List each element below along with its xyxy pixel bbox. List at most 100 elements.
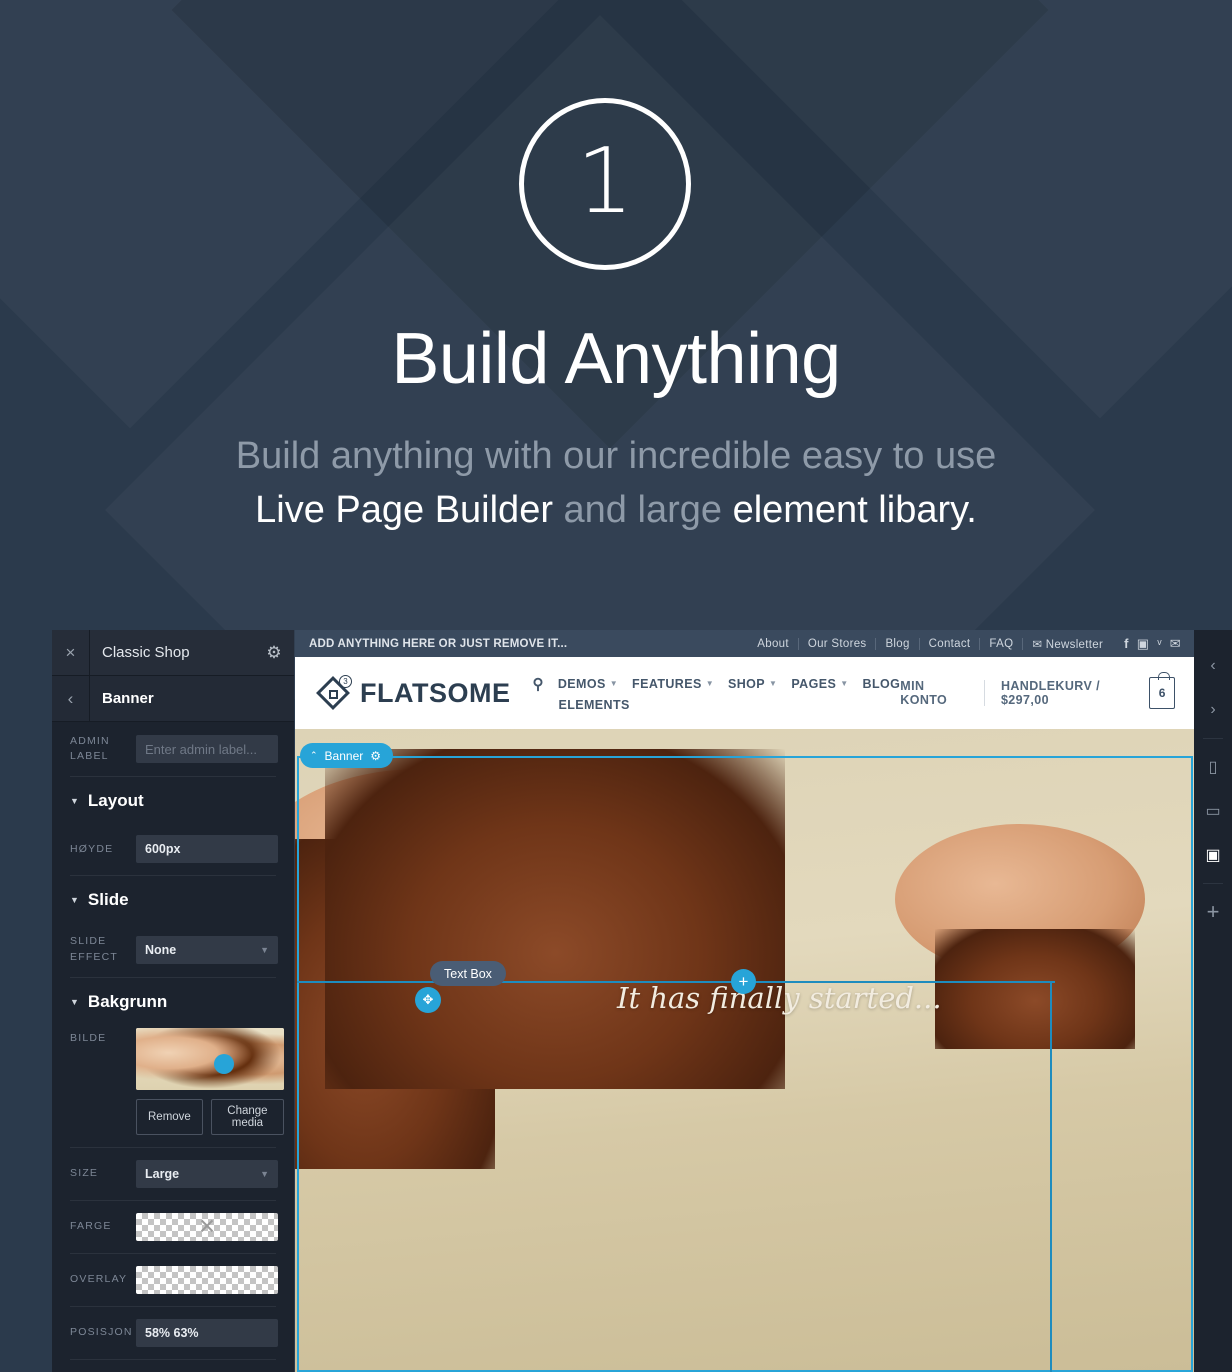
page-builder-window: × Classic Shop ⚙ ‹ Banner ADMIN LABEL En… [52,630,1232,1372]
gear-icon[interactable]: ⚙ [370,749,381,763]
chevron-left-icon[interactable]: ‹ [1194,644,1232,688]
cart-icon[interactable]: 6 [1149,672,1176,709]
nav-label: DEMOS [557,676,606,691]
overlay-color-swatch[interactable] [136,1265,278,1294]
banner-element[interactable]: ⌃ Banner ⚙ It has finally started... + T… [295,729,1195,1372]
nav-item-demos[interactable]: DEMOS ▼ [558,677,618,691]
slide-effect-select[interactable]: None ▼ [136,935,278,964]
hero-subtitle-mid: and large [552,488,733,531]
panel-header: × Classic Shop ⚙ [52,630,294,676]
farge-color-swatch[interactable]: ✕ [136,1212,278,1241]
section-title: Bakgrunn [87,991,168,1011]
media-buttons: Remove Change media [136,1098,284,1135]
field-farge: FARGE ✕ [52,1201,294,1253]
site-logo[interactable]: 3 FLATSOME [315,675,510,711]
top-link-blog[interactable]: Blog [876,637,920,650]
textbox-label[interactable]: Text Box [430,961,506,986]
hero-subtitle-highlight-1: Live Page Builder [255,488,553,531]
chevron-up-icon[interactable]: ⌃ [310,750,318,761]
logo-text: FLATSOME [360,677,511,708]
cart-link[interactable]: HANDLEKURV / $297,00 [1001,679,1138,707]
nav-item-blog[interactable]: BLOG [863,677,901,691]
search-icon[interactable]: ⚲ [532,675,543,693]
chevron-right-icon[interactable]: › [1194,688,1232,732]
envelope-icon: ✉ [1032,638,1043,651]
remove-media-button[interactable]: Remove [136,1098,203,1135]
twitter-icon[interactable]: ᵛ [1157,636,1161,652]
select-value: Large [145,1166,180,1181]
field-label: FARGE [70,1220,112,1233]
top-link-our-stores[interactable]: Our Stores [799,637,877,650]
section-header-slide[interactable]: ▼ Slide [52,876,294,922]
top-link-about[interactable]: About [748,637,799,650]
divider [70,1358,276,1360]
instagram-icon[interactable]: ▣ [1137,636,1150,652]
top-link-newsletter[interactable]: ✉ Newsletter [1023,637,1112,651]
nav-item-elements[interactable]: ELEMENTS [558,698,900,712]
admin-label-input[interactable]: Enter admin label... [136,735,278,764]
nav-label: FEATURES [632,676,702,691]
divider [1203,883,1223,884]
chevron-down-icon: ▼ [260,1168,269,1179]
nav-item-features[interactable]: FEATURES ▼ [632,677,714,691]
field-size: SIZE Large ▼ [52,1148,294,1200]
desktop-icon[interactable]: ▣ [1194,833,1232,877]
add-element-button[interactable]: + [731,969,756,994]
section-header-bakgrunn[interactable]: ▼ Bakgrunn [52,978,294,1024]
field-label: OVERLAY [70,1273,128,1286]
hero-subtitle: Build anything with our incredible easy … [0,430,1232,538]
banner-photo-hair [935,929,1135,1049]
field-label: ADMIN LABEL [70,735,110,763]
gear-icon[interactable]: ⚙ [254,643,294,663]
hoyde-input[interactable]: 600px [136,835,278,864]
field-label: BILDE [70,1031,107,1044]
nav-item-shop[interactable]: SHOP ▼ [728,677,777,691]
hero-subtitle-line2: Live Page Builder and large element liba… [0,484,1232,538]
textbox-selection-line [297,981,1055,983]
image-marker-dot [214,1053,234,1074]
section-title: Layout [87,791,144,811]
banner-script-text: It has finally started... [617,981,942,1015]
chevron-down-icon: ▼ [769,679,778,688]
close-icon[interactable]: × [52,630,90,676]
back-chevron-icon[interactable]: ‹ [52,675,90,722]
change-media-button[interactable]: Change media [210,1098,284,1135]
section-header-layout[interactable]: ▼ Layout [52,777,294,823]
chevron-down-icon: ▼ [70,895,79,906]
plus-icon[interactable]: + [1194,890,1232,934]
top-link-faq[interactable]: FAQ [980,637,1024,650]
tablet-icon[interactable]: ▭ [1194,789,1232,833]
step-number-badge: 1 [519,98,691,270]
preview-top-bar: ADD ANYTHING HERE OR JUST REMOVE IT... A… [295,630,1195,657]
top-link-contact[interactable]: Contact [920,637,981,650]
step-number: 1 [576,129,634,234]
cart-count: 6 [1158,686,1166,700]
mobile-icon[interactable]: ▯ [1194,745,1232,789]
field-label: SLIDE EFFECT [70,935,119,963]
preview-main-nav: 3 FLATSOME ⚲ DEMOS ▼ FEATURES ▼ SHOP ▼ PAGE… [295,657,1195,729]
site-preview: ADD ANYTHING HERE OR JUST REMOVE IT... A… [295,630,1195,1372]
social-icons: f ▣ ᵛ ✉ [1112,636,1181,652]
promo-text: ADD ANYTHING HERE OR JUST REMOVE IT... [309,637,568,650]
move-handle-icon[interactable]: ✥ [415,987,441,1013]
field-label: SIZE [70,1167,99,1180]
posisjon-input[interactable]: 58% 63% [136,1318,278,1347]
field-admin-label: ADMIN LABEL Enter admin label... [52,722,294,776]
facebook-icon[interactable]: f [1124,636,1129,652]
nav-label: SHOP [728,676,766,691]
size-select[interactable]: Large ▼ [136,1159,278,1188]
flatsome-logo-icon: 3 [315,675,352,711]
nav-label: PAGES [791,676,837,691]
chevron-down-icon: ▼ [609,679,619,688]
chevron-down-icon: ▼ [260,944,269,955]
panel-subtitle: Banner [102,690,154,707]
field-label: HØYDE [70,842,114,855]
account-link[interactable]: MIN KONTO [900,679,968,707]
newsletter-label: Newsletter [1045,638,1104,651]
top-bar-links: About Our Stores Blog Contact FAQ ✉ News… [748,636,1181,652]
banner-badge[interactable]: ⌃ Banner ⚙ [300,743,394,768]
chevron-down-icon: ▼ [705,679,715,688]
email-icon[interactable]: ✉ [1170,636,1181,652]
background-image-thumbnail[interactable] [136,1027,284,1090]
nav-item-pages[interactable]: PAGES ▼ [791,677,848,691]
